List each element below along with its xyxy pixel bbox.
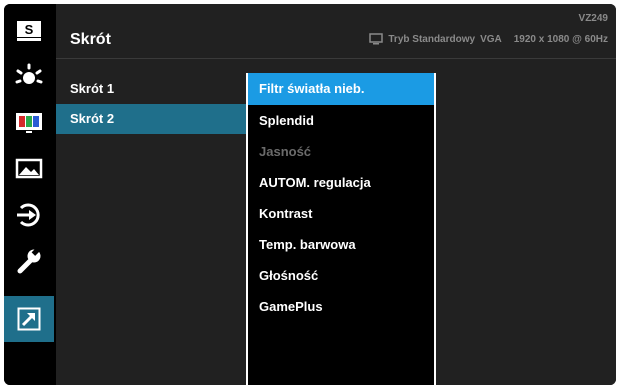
menu-item-shortcut-2[interactable]: Skrót 2 (56, 104, 246, 134)
splendid-icon: S (17, 21, 41, 41)
image-icon (15, 158, 43, 179)
option-splendid[interactable]: Splendid (248, 105, 434, 136)
page-title: Skrót (70, 31, 111, 48)
monitor-icon (369, 33, 384, 45)
input-label: VGA (480, 33, 502, 45)
shortcut-icon (17, 307, 41, 331)
option-volume[interactable]: Głośność (248, 260, 434, 291)
option-bluelight-filter[interactable]: Filtr światła nieb. (248, 73, 434, 105)
resolution-label: 1920 x 1080 @ 60Hz (513, 33, 608, 45)
sidebar-item-input[interactable] (4, 192, 54, 238)
color-icon (16, 113, 42, 133)
option-brightness: Jasność (259, 144, 312, 159)
osd-main-panel: Skrót VZ249 Tryb Standardowy VGA 1920 x … (56, 4, 616, 385)
mode-label: Tryb Standardowy (388, 33, 476, 45)
osd-window: S Skrót VZ249 Tryb Standardowy VGA 1920 … (4, 4, 616, 385)
model-name: VZ249 (578, 13, 608, 24)
sidebar-item-bluelight[interactable] (4, 54, 54, 100)
sidebar-item-splendid[interactable]: S (4, 8, 54, 54)
system-setup-icon (17, 248, 41, 274)
option-color-temp[interactable]: Temp. barwowa (248, 229, 434, 260)
input-select-icon (17, 203, 40, 227)
osd-sidebar: S (4, 4, 54, 385)
option-contrast[interactable]: Kontrast (248, 198, 434, 229)
osd-header: Skrót VZ249 Tryb Standardowy VGA 1920 x … (56, 4, 616, 59)
status-line: Tryb Standardowy VGA 1920 x 1080 @ 60Hz (369, 33, 608, 45)
option-gameplus[interactable]: GamePlus (248, 291, 434, 322)
sidebar-item-color[interactable] (4, 100, 54, 146)
sidebar-item-shortcut[interactable] (4, 296, 54, 342)
bluelight-filter-icon (15, 63, 43, 84)
shortcut-options-list: Filtr światła nieb. Splendid Jasność AUT… (246, 73, 436, 385)
svg-text:S: S (25, 22, 34, 37)
shortcut-list: Skrót 1 Skrót 2 (56, 74, 246, 134)
option-auto-adjust[interactable]: AUTOM. regulacja (248, 167, 434, 198)
menu-item-shortcut-1[interactable]: Skrót 1 (56, 74, 246, 104)
sidebar-item-system[interactable] (4, 238, 54, 284)
sidebar-item-image[interactable] (4, 146, 54, 192)
